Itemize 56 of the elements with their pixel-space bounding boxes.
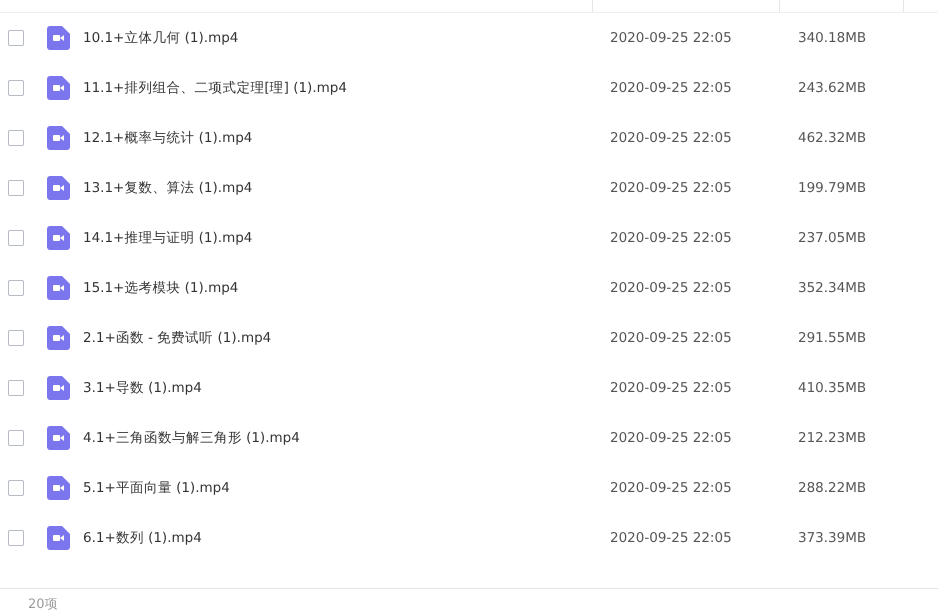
video-file-icon <box>47 526 70 550</box>
row-checkbox[interactable] <box>8 380 24 396</box>
video-file-icon <box>47 476 70 500</box>
file-name[interactable]: 14.1+推理与证明 (1).mp4 <box>83 229 610 247</box>
row-checkbox[interactable] <box>8 480 24 496</box>
modified-date: 2020-09-25 22:05 <box>610 330 733 346</box>
video-file-icon <box>47 426 70 450</box>
modified-date: 2020-09-25 22:05 <box>610 430 733 446</box>
modified-date: 2020-09-25 22:05 <box>610 80 733 96</box>
row-checkbox[interactable] <box>8 30 24 46</box>
video-file-icon <box>47 126 70 150</box>
file-size: 373.39MB <box>798 530 868 546</box>
video-file-icon <box>47 276 70 300</box>
modified-date: 2020-09-25 22:05 <box>610 280 733 296</box>
modified-date: 2020-09-25 22:05 <box>610 230 733 246</box>
file-name[interactable]: 11.1+排列组合、二项式定理[理] (1).mp4 <box>83 79 610 97</box>
file-name[interactable]: 10.1+立体几何 (1).mp4 <box>83 29 610 47</box>
modified-date: 2020-09-25 22:05 <box>610 30 733 46</box>
video-file-icon <box>47 76 70 100</box>
video-file-icon <box>47 176 70 200</box>
file-name[interactable]: 13.1+复数、算法 (1).mp4 <box>83 179 610 197</box>
row-checkbox[interactable] <box>8 530 24 546</box>
file-size: 410.35MB <box>798 380 868 396</box>
file-name[interactable]: 2.1+函数 - 免费试听 (1).mp4 <box>83 329 610 347</box>
file-size: 212.23MB <box>798 430 868 446</box>
file-size: 352.34MB <box>798 280 868 296</box>
modified-date: 2020-09-25 22:05 <box>610 530 733 546</box>
file-name[interactable]: 4.1+三角函数与解三角形 (1).mp4 <box>83 429 610 447</box>
row-checkbox[interactable] <box>8 230 24 246</box>
row-checkbox[interactable] <box>8 180 24 196</box>
modified-date: 2020-09-25 22:05 <box>610 480 733 496</box>
row-checkbox[interactable] <box>8 130 24 146</box>
item-count: 20项 <box>28 597 58 612</box>
file-size: 288.22MB <box>798 480 868 496</box>
file-name[interactable]: 15.1+选考模块 (1).mp4 <box>83 279 610 297</box>
modified-date: 2020-09-25 22:05 <box>610 180 733 196</box>
modified-date: 2020-09-25 22:05 <box>610 130 733 146</box>
video-file-icon <box>47 26 70 50</box>
file-size: 237.05MB <box>798 230 868 246</box>
row-checkbox[interactable] <box>8 430 24 446</box>
file-name[interactable]: 5.1+平面向量 (1).mp4 <box>83 479 610 497</box>
row-checkbox[interactable] <box>8 280 24 296</box>
row-checkbox[interactable] <box>8 330 24 346</box>
file-name[interactable]: 12.1+概率与统计 (1).mp4 <box>83 129 610 147</box>
file-name[interactable]: 3.1+导数 (1).mp4 <box>83 379 610 397</box>
file-name[interactable]: 6.1+数列 (1).mp4 <box>83 529 610 547</box>
file-size: 243.62MB <box>798 80 868 96</box>
video-file-icon <box>47 226 70 250</box>
modified-date: 2020-09-25 22:05 <box>610 380 733 396</box>
file-size: 199.79MB <box>798 180 868 196</box>
file-size: 291.55MB <box>798 330 868 346</box>
row-checkbox[interactable] <box>8 80 24 96</box>
file-size: 340.18MB <box>798 30 868 46</box>
video-file-icon <box>47 326 70 350</box>
video-file-icon <box>47 376 70 400</box>
file-size: 462.32MB <box>798 130 868 146</box>
